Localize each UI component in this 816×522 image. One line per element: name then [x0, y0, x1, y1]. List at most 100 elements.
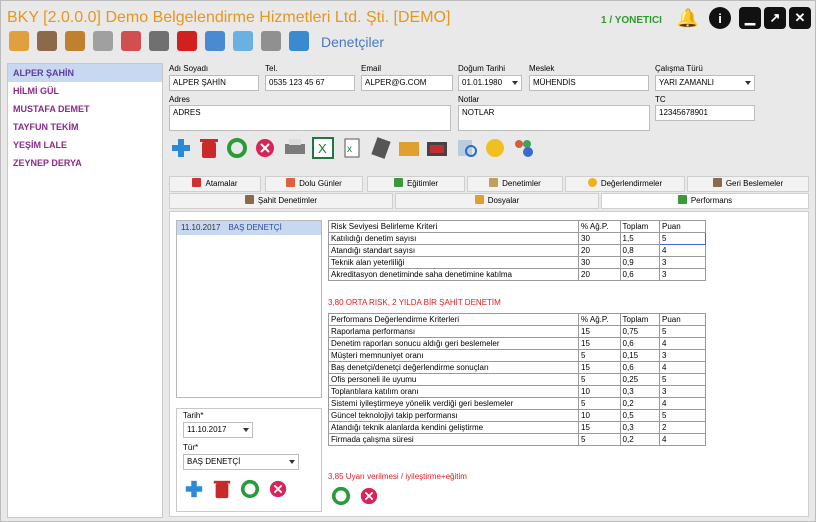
- table-cell[interactable]: 4: [659, 361, 706, 374]
- sidebar-item[interactable]: YEŞİM LALE: [8, 136, 162, 154]
- presentation-icon[interactable]: [121, 31, 141, 51]
- close-icon[interactable]: ✕: [789, 7, 811, 29]
- date-field[interactable]: 11.10.2017: [183, 422, 253, 438]
- table-row[interactable]: Güncel teknolojiyi takip performansı 10 0,…: [328, 409, 706, 422]
- table-cell[interactable]: 5: [659, 325, 706, 338]
- key-icon[interactable]: [261, 31, 281, 51]
- refresh-icon[interactable]: [225, 137, 249, 159]
- table-row[interactable]: Teknik alan yeterliliği 30 0,9 3: [328, 256, 706, 269]
- tab-denetimler[interactable]: Denetimler: [467, 176, 563, 192]
- refresh-icon[interactable]: [330, 486, 352, 506]
- table-cell[interactable]: 2: [659, 421, 706, 434]
- support-icon[interactable]: [483, 137, 507, 159]
- tab-geri-beslemeler[interactable]: Geri Beslemeler: [687, 176, 809, 192]
- table-row[interactable]: Atandığı teknik alanlarda kendini gelişt…: [328, 421, 706, 434]
- table-cell: 0,2: [619, 433, 661, 446]
- sidebar-item[interactable]: ZEYNEP DERYA: [8, 154, 162, 172]
- table-cell[interactable]: 5: [659, 232, 706, 245]
- sidebar-item[interactable]: ALPER ŞAHİN: [8, 64, 162, 82]
- column-header: Toplam: [619, 220, 661, 233]
- cancel-icon[interactable]: [267, 479, 289, 499]
- dob-field[interactable]: 01.01.1980: [458, 75, 522, 91]
- calculator-icon[interactable]: [149, 31, 169, 51]
- refresh-icon[interactable]: [239, 479, 261, 499]
- table-row[interactable]: Raporlama performansı 15 0,75 5: [328, 325, 706, 338]
- table-row[interactable]: Katılıdığı denetim sayısı 30 1,5 5: [328, 232, 706, 245]
- tab-egitimler[interactable]: Eğitimler: [367, 176, 465, 192]
- folder-icon: [474, 195, 484, 204]
- tab-label: Geri Beslemeler: [725, 179, 784, 188]
- table-cell[interactable]: 4: [659, 337, 706, 350]
- table-row[interactable]: Atandığı standart sayısı 20 0,8 4: [328, 244, 706, 257]
- table-cell[interactable]: 4: [659, 244, 706, 257]
- table-row[interactable]: Akreditasyon denetiminde saha denetimine…: [328, 268, 706, 281]
- excel-icon[interactable]: X: [311, 137, 335, 159]
- cancel-icon[interactable]: [253, 137, 277, 159]
- job-field[interactable]: MÜHENDİS: [529, 75, 649, 91]
- sidebar-item[interactable]: TAYFUN TEKİM: [8, 118, 162, 136]
- stamp-icon[interactable]: [177, 31, 197, 51]
- table-row[interactable]: Toplantılara katılım oranı 10 0,3 3: [328, 385, 706, 398]
- sidebar-item[interactable]: HİLMİ GÜL: [8, 82, 162, 100]
- table-cell[interactable]: 4: [659, 397, 706, 410]
- table-cell[interactable]: 5: [659, 409, 706, 422]
- sidebar-item[interactable]: MUSTAFA DEMET: [8, 100, 162, 118]
- svg-text:X: X: [318, 141, 327, 156]
- table-cell[interactable]: 3: [659, 268, 706, 281]
- users-info-icon[interactable]: [511, 137, 535, 159]
- tab-dosyalar[interactable]: Dosyalar: [395, 193, 599, 209]
- cancel-icon[interactable]: [358, 486, 380, 506]
- user-icon[interactable]: [93, 31, 113, 51]
- table-row[interactable]: Firmada çalışma süresi 5 0,2 4: [328, 433, 706, 446]
- tab-degerlendirmeler[interactable]: Değerlendirmeler: [565, 176, 685, 192]
- type-select[interactable]: BAŞ DENETÇİ: [183, 454, 299, 470]
- minimize-icon[interactable]: ▁: [739, 7, 761, 29]
- table-cell[interactable]: 5: [659, 373, 706, 386]
- tab-performans[interactable]: Performans: [601, 193, 809, 209]
- list-item[interactable]: 11.10.2017 BAŞ DENETÇİ: [177, 221, 321, 235]
- table-cell[interactable]: 3: [659, 256, 706, 269]
- books-icon[interactable]: [205, 31, 225, 51]
- delete-icon[interactable]: [211, 479, 233, 499]
- table-cell: 0,8: [619, 244, 661, 257]
- name-field[interactable]: ALPER ŞAHİN: [169, 75, 259, 91]
- tab-atamalar[interactable]: Atamalar: [169, 176, 261, 192]
- delete-icon[interactable]: [197, 137, 221, 159]
- building-icon[interactable]: [37, 31, 57, 51]
- table-row[interactable]: Sistemi iyileştirmeye yönelik verdiği ge…: [328, 397, 706, 410]
- work-select[interactable]: YARI ZAMANLI: [655, 75, 755, 91]
- add-icon[interactable]: [183, 479, 205, 499]
- table-cell: Raporlama performansı: [328, 325, 579, 338]
- email-field[interactable]: ALPER@G.COM: [361, 75, 453, 91]
- table-row[interactable]: Müşteri memnuniyet oranı 5 0,15 3: [328, 349, 706, 362]
- table-row[interactable]: Denetim raporları sonucu aldığı geri bes…: [328, 337, 706, 350]
- info-icon[interactable]: i: [709, 7, 731, 29]
- excel-export-icon[interactable]: x: [341, 137, 365, 159]
- table-cell[interactable]: 3: [659, 385, 706, 398]
- tab-label: Eğitimler: [406, 179, 439, 188]
- table-cell[interactable]: 4: [659, 433, 706, 446]
- folder-open-icon[interactable]: [397, 137, 421, 159]
- tc-field[interactable]: 12345678901: [655, 105, 755, 121]
- pencil-icon[interactable]: [9, 31, 29, 51]
- photo-icon[interactable]: [425, 137, 449, 159]
- tab-dolu-gunler[interactable]: Dolu Günler: [265, 176, 363, 192]
- print-icon[interactable]: [283, 137, 307, 159]
- table-row[interactable]: Ofis personeli ile uyumu 5 0,25 5: [328, 373, 706, 386]
- tel-field[interactable]: 0535 123 45 67: [265, 75, 355, 91]
- add-icon[interactable]: [169, 137, 193, 159]
- bell-icon[interactable]: 🔔: [677, 7, 699, 29]
- addr-field[interactable]: ADRES: [169, 105, 451, 131]
- calculator-icon[interactable]: [369, 137, 393, 159]
- search-document-icon[interactable]: [455, 137, 479, 159]
- maximize-icon[interactable]: ↗: [764, 7, 786, 29]
- folder-icon[interactable]: [65, 31, 85, 51]
- auditors-icon[interactable]: [289, 31, 309, 51]
- tab-sahit-denetimler[interactable]: Şahit Denetimler: [169, 193, 393, 209]
- date-label: Tarih*: [183, 411, 204, 420]
- table-cell: 0,6: [619, 337, 661, 350]
- table-cell[interactable]: 3: [659, 349, 706, 362]
- search-user-icon[interactable]: [233, 31, 253, 51]
- table-row[interactable]: Baş denetçi/denetçi değerlendirme sonuçl…: [328, 361, 706, 374]
- notes-field[interactable]: NOTLAR: [458, 105, 650, 131]
